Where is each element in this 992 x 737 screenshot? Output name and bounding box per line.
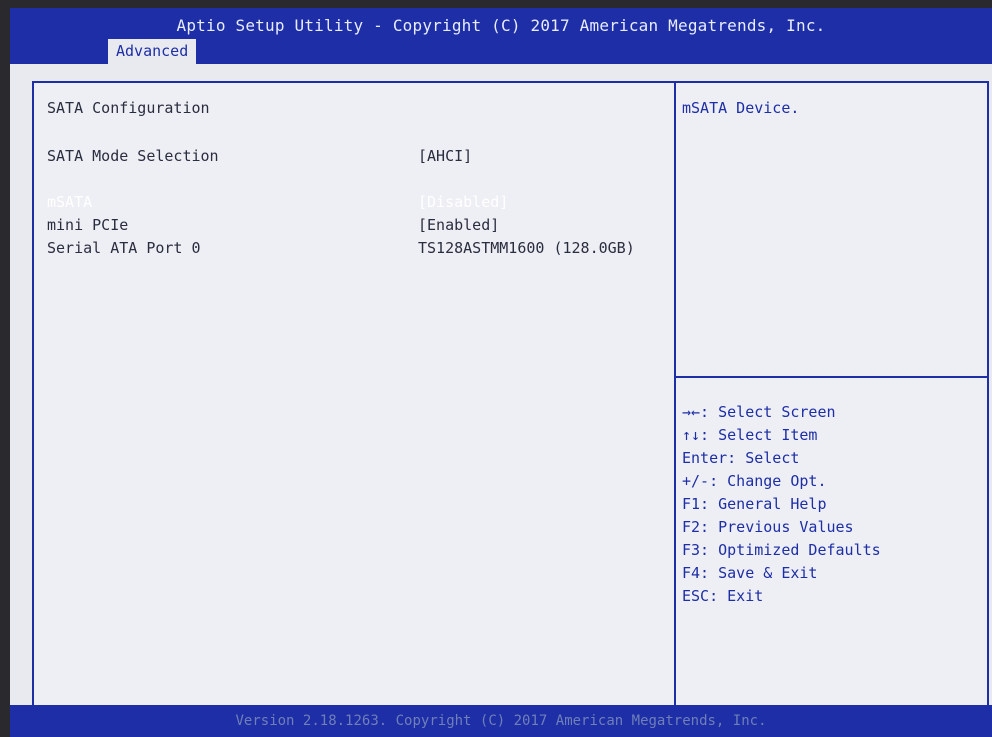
bios-screen: Aptio Setup Utility - Copyright (C) 2017… <box>10 8 992 737</box>
key-enter-select: Enter: Select <box>682 449 800 467</box>
sata-mode-value[interactable]: [AHCI] <box>418 147 472 165</box>
sata-mode-label[interactable]: SATA Mode Selection <box>47 147 219 165</box>
serial-ata-port0-label: Serial ATA Port 0 <box>47 239 201 257</box>
app-title: Aptio Setup Utility - Copyright (C) 2017… <box>176 16 826 35</box>
key-general-help: F1: General Help <box>682 495 827 513</box>
msata-value[interactable]: [Disabled] <box>418 193 508 211</box>
mini-pcie-label[interactable]: mini PCIe <box>47 216 128 234</box>
panel-divider-vertical <box>674 83 676 707</box>
serial-ata-port0-value: TS128ASTMM1600 (128.0GB) <box>418 239 635 257</box>
key-previous-values: F2: Previous Values <box>682 518 854 536</box>
key-select-item: ↑↓: Select Item <box>682 426 818 444</box>
tab-advanced[interactable]: Advanced <box>108 39 197 64</box>
key-legend: →←: Select Screen ↑↓: Select Item Enter:… <box>682 401 881 608</box>
mini-pcie-value[interactable]: [Enabled] <box>418 216 499 234</box>
key-select-screen: →←: Select Screen <box>682 403 836 421</box>
panel-divider-horizontal <box>676 376 987 378</box>
footer-bar: Version 2.18.1263. Copyright (C) 2017 Am… <box>10 705 992 737</box>
key-optimized-defaults: F3: Optimized Defaults <box>682 541 881 559</box>
content-frame: SATA Configuration SATA Mode Selection [… <box>32 81 989 709</box>
header-bar: Aptio Setup Utility - Copyright (C) 2017… <box>10 8 992 64</box>
msata-label[interactable]: mSATA <box>47 193 92 211</box>
help-text: mSATA Device. <box>682 99 800 117</box>
key-save-exit: F4: Save & Exit <box>682 564 818 582</box>
header-gap <box>10 64 992 81</box>
key-esc-exit: ESC: Exit <box>682 587 764 605</box>
section-title: SATA Configuration <box>47 99 210 117</box>
key-change-opt: +/-: Change Opt. <box>682 472 827 490</box>
